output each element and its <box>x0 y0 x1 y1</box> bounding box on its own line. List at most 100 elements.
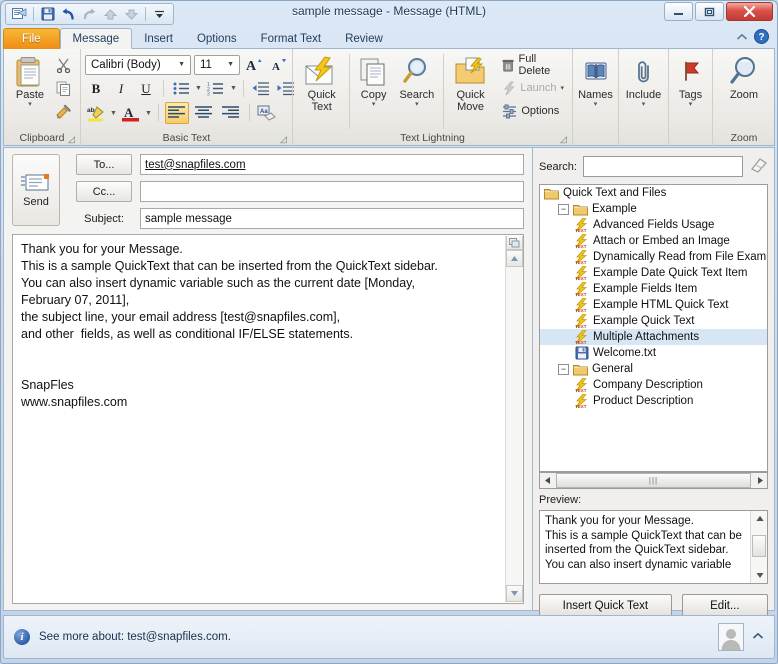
tab-format-text[interactable]: Format Text <box>249 28 334 49</box>
eraser-icon[interactable] <box>749 157 768 177</box>
tags-caret-icon[interactable]: ▾ <box>689 101 693 108</box>
tree-item[interactable]: TEXT Advanced Fields Usage <box>540 217 767 233</box>
tree-item[interactable]: TEXT Example Quick Text <box>540 313 767 329</box>
include-button[interactable]: Include ▾ <box>623 52 664 108</box>
collapse-ribbon-icon[interactable] <box>736 33 748 44</box>
bullets-caret-icon[interactable]: ▼ <box>195 85 202 92</box>
grow-font-button[interactable]: A <box>243 54 265 75</box>
numbering-button[interactable]: 1 2 3 <box>205 78 227 99</box>
message-body-scrollbar[interactable] <box>505 236 523 602</box>
tags-button[interactable]: Tags ▾ <box>673 52 708 108</box>
underline-button[interactable]: U <box>135 78 157 99</box>
maximize-button[interactable] <box>695 2 724 21</box>
cut-button[interactable] <box>52 54 76 76</box>
tab-options[interactable]: Options <box>185 28 249 49</box>
tab-file[interactable]: File <box>3 28 60 49</box>
copy-quick-caret-icon[interactable]: ▾ <box>372 101 376 108</box>
names-button[interactable]: Names ▾ <box>577 52 614 108</box>
decrease-indent-button[interactable] <box>250 78 272 99</box>
body-scroll-down-button[interactable] <box>506 585 523 602</box>
contact-avatar[interactable] <box>718 623 744 651</box>
tree-expander-icon[interactable]: − <box>558 363 569 375</box>
tree-scroll-left-button[interactable] <box>540 473 555 488</box>
next-item-icon[interactable] <box>122 5 141 23</box>
tree-hscroll-thumb[interactable]: ||| <box>556 473 751 488</box>
expand-people-pane-icon[interactable] <box>752 631 764 643</box>
body-scroll-up-button[interactable] <box>506 250 523 267</box>
to-input[interactable]: test@snapfiles.com <box>140 154 524 175</box>
cc-input[interactable] <box>140 181 524 202</box>
office-logo-icon[interactable] <box>10 5 29 23</box>
copy-quick-button[interactable]: Copy ▾ <box>353 52 394 108</box>
to-button[interactable]: To... <box>76 154 132 175</box>
tree-item[interactable]: TEXT Dynamically Read from File Exam <box>540 249 767 265</box>
quicktext-tree[interactable]: Quick Text and Files − Example TEXT Advanced… <box>539 184 768 472</box>
tab-review[interactable]: Review <box>333 28 395 49</box>
message-body[interactable]: Thank you for your Message. This is a sa… <box>12 234 524 604</box>
clear-formatting-button[interactable]: Aa <box>256 103 278 124</box>
launch-button[interactable]: Launch ▾ <box>498 77 568 99</box>
full-delete-button[interactable]: Full Delete <box>498 53 568 77</box>
search-caret-icon[interactable]: ▾ <box>415 101 419 108</box>
names-caret-icon[interactable]: ▾ <box>594 101 598 108</box>
numbering-caret-icon[interactable]: ▼ <box>230 85 237 92</box>
quick-text-button[interactable]: Quick Text <box>297 52 346 113</box>
search-button[interactable]: Search ▾ <box>394 52 440 108</box>
font-name-caret-icon[interactable]: ▼ <box>175 61 188 68</box>
options-button[interactable]: Options <box>498 100 568 122</box>
shrink-font-button[interactable]: A <box>268 54 290 75</box>
highlight-caret-icon[interactable]: ▼ <box>110 110 117 117</box>
tree-item[interactable]: Welcome.txt <box>540 345 767 361</box>
text-lightning-dialog-launcher[interactable]: ◿ <box>558 134 569 145</box>
align-left-button[interactable] <box>164 102 189 124</box>
zoom-button[interactable]: Zoom <box>717 52 771 101</box>
send-button[interactable]: Send <box>12 154 60 226</box>
tree-item[interactable]: TEXT Multiple Attachments <box>540 329 767 345</box>
font-color-button[interactable]: A <box>120 103 142 124</box>
tree-item[interactable]: TEXT Company Description <box>540 377 767 393</box>
font-size-combo[interactable]: 11 ▼ <box>194 54 240 75</box>
tree-item[interactable]: TEXT Example Date Quick Text Item <box>540 265 767 281</box>
previous-item-icon[interactable] <box>101 5 120 23</box>
minimize-button[interactable] <box>664 2 693 21</box>
align-center-button[interactable] <box>192 102 216 124</box>
paste-button[interactable]: Paste ▾ <box>8 52 52 108</box>
tree-item[interactable]: − General <box>540 361 767 377</box>
font-color-caret-icon[interactable]: ▼ <box>145 110 152 117</box>
insert-quick-text-button[interactable]: Insert Quick Text <box>539 594 672 617</box>
body-split-button[interactable] <box>506 236 523 250</box>
highlight-button[interactable]: ab <box>85 103 107 124</box>
customize-qat-icon[interactable] <box>150 5 169 23</box>
close-button[interactable] <box>726 2 773 21</box>
font-name-combo[interactable]: Calibri (Body) ▼ <box>85 54 191 75</box>
cc-button[interactable]: Cc... <box>76 181 132 202</box>
edit-button[interactable]: Edit... <box>681 594 768 617</box>
format-painter-button[interactable] <box>52 100 76 122</box>
include-caret-icon[interactable]: ▾ <box>642 101 646 108</box>
preview-scroll-thumb[interactable] <box>752 535 766 557</box>
paste-caret-icon[interactable]: ▾ <box>28 101 32 108</box>
font-size-caret-icon[interactable]: ▼ <box>224 61 237 68</box>
tree-item[interactable]: TEXT Attach or Embed an Image <box>540 233 767 249</box>
help-icon[interactable]: ? <box>754 29 769 47</box>
preview-box[interactable]: Thank you for your Message. This is a sa… <box>539 510 768 584</box>
undo-icon[interactable] <box>59 5 78 23</box>
tree-item[interactable]: TEXT Example HTML Quick Text <box>540 297 767 313</box>
tab-message[interactable]: Message <box>59 28 133 49</box>
clipboard-dialog-launcher[interactable]: ◿ <box>66 134 77 145</box>
bullets-button[interactable] <box>170 78 192 99</box>
basic-text-dialog-launcher[interactable]: ◿ <box>278 134 289 145</box>
align-right-button[interactable] <box>219 102 243 124</box>
tree-expander-icon[interactable]: − <box>558 203 569 215</box>
launch-caret-icon[interactable]: ▾ <box>560 85 564 92</box>
preview-scroll-down-button[interactable] <box>751 568 767 583</box>
copy-button[interactable] <box>52 77 76 99</box>
message-body-text[interactable]: Thank you for your Message. This is a sa… <box>21 241 499 599</box>
search-input[interactable] <box>582 156 743 177</box>
preview-scroll-up-button[interactable] <box>751 511 767 526</box>
subject-input[interactable]: sample message <box>140 208 524 229</box>
tree-item[interactable]: Quick Text and Files <box>540 185 767 201</box>
tab-insert[interactable]: Insert <box>132 28 185 49</box>
quick-move-button[interactable]: Quick Move <box>447 52 495 113</box>
bold-button[interactable]: B <box>85 78 107 99</box>
